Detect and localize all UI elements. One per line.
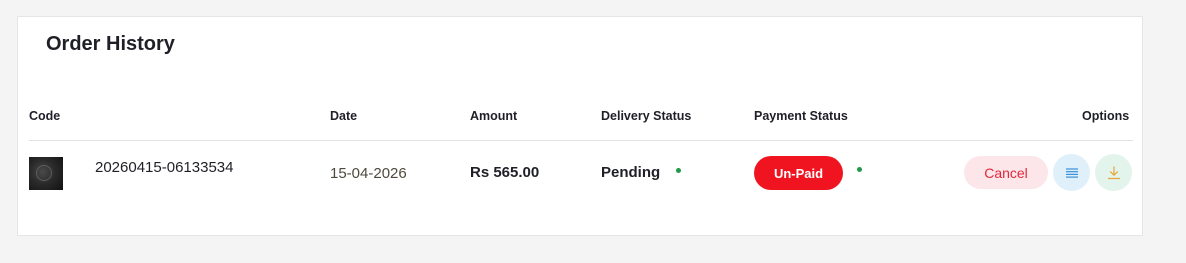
page-title: Order History <box>46 33 175 55</box>
column-header-amount: Amount <box>470 109 518 123</box>
column-header-code: Code <box>29 109 61 123</box>
cancel-order-button[interactable]: Cancel <box>964 156 1048 189</box>
order-amount: Rs 565.00 <box>470 164 540 181</box>
order-date: 15-04-2026 <box>330 165 407 182</box>
column-header-options: Options <box>1082 109 1130 123</box>
product-thumbnail[interactable] <box>29 157 63 190</box>
payment-status-badge: Un-Paid <box>754 156 843 190</box>
order-details-button[interactable] <box>1053 154 1090 191</box>
payment-status-dot <box>857 167 862 172</box>
watch-face-image <box>36 165 52 181</box>
download-icon <box>1107 165 1120 179</box>
column-header-date: Date <box>330 109 358 123</box>
delivery-status-dot <box>676 168 681 173</box>
order-history-card: Order History Code Date Amount Delivery … <box>17 16 1143 236</box>
order-code[interactable]: 20260415-06133534 <box>95 159 233 176</box>
delivery-status: Pending <box>601 164 661 181</box>
column-header-delivery-status: Delivery Status <box>601 109 692 123</box>
column-header-payment-status: Payment Status <box>754 109 848 123</box>
download-invoice-button[interactable] <box>1095 154 1132 191</box>
list-icon <box>1065 167 1078 178</box>
header-divider <box>29 140 1133 141</box>
